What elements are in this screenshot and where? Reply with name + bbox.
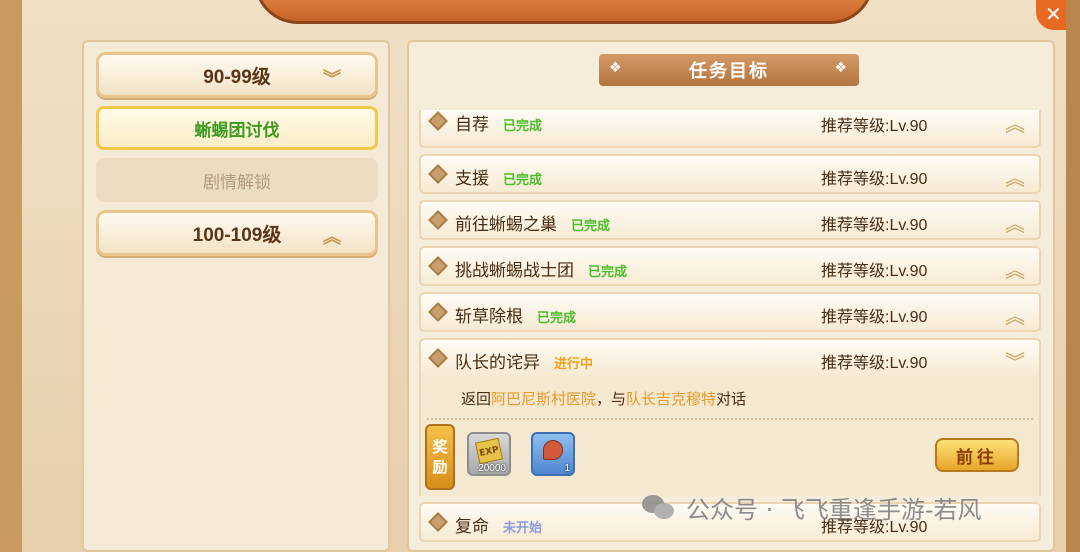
diamond-icon [428, 210, 448, 230]
task-recommend-level: 推荐等级:Lv.90 [821, 355, 928, 372]
level-group-100-109[interactable]: 100-109级 ︽ [96, 210, 378, 256]
chevron-up-icon: ︽ [1005, 304, 1025, 328]
reward-item-meat[interactable]: 1 [531, 432, 575, 476]
top-banner [254, 0, 874, 24]
task-row[interactable]: 自荐 已完成 推荐等级:Lv.90 ︽ [419, 110, 1041, 148]
task-row-expanded[interactable]: 队长的诧异 进行中 推荐等级:Lv.90 ︾ [419, 338, 1041, 378]
task-name: 挑战蜥蜴战士团 [455, 261, 574, 281]
reward-item-exp[interactable]: EXP 20000 [467, 432, 511, 476]
exp-ticket-icon: EXP [474, 437, 504, 465]
chevron-up-icon: ︽ [1005, 166, 1025, 190]
task-status: 未开始 [503, 521, 543, 536]
close-icon: ✕ [1045, 2, 1062, 26]
task-name: 自荐 [455, 115, 489, 135]
diamond-icon [428, 256, 448, 276]
divider [427, 418, 1033, 420]
reward-quantity: 1 [564, 463, 570, 474]
diamond-icon [428, 348, 448, 368]
task-detail-panel: 返回阿巴尼斯村医院，与队长吉克穆特对话 奖 励 EXP 20000 1 前往 [419, 376, 1041, 496]
level-group-label: 100-109级 [192, 224, 282, 246]
task-recommend-level: 推荐等级:Lv.90 [821, 309, 928, 326]
task-recommend-level: 推荐等级:Lv.90 [821, 263, 928, 280]
task-status: 已完成 [537, 311, 577, 326]
task-name: 复命 [455, 517, 489, 537]
reward-label-bottom: 励 [432, 458, 448, 476]
reward-quantity: 20000 [478, 463, 506, 474]
task-row[interactable]: 斩草除根 已完成 推荐等级:Lv.90 ︽ [419, 292, 1041, 332]
chapter-item-label: 剧情解锁 [203, 172, 271, 193]
task-name: 队长的诧异 [455, 353, 540, 373]
go-button[interactable]: 前往 [935, 438, 1019, 472]
chevron-down-icon: ︾ [323, 69, 341, 89]
watermark-text: 公众号 · 飞飞重逢手游-若风 [686, 496, 982, 524]
detail-text-middle: ，与 [596, 390, 627, 408]
detail-text-suffix: 对话 [716, 390, 747, 408]
chapter-sidebar: 90-99级 ︾ 蜥蜴团讨伐 剧情解锁 100-109级 ︽ [82, 40, 390, 552]
diamond-icon [428, 111, 448, 131]
diamond-icon [428, 164, 448, 184]
chevron-down-icon: ︾ [1005, 350, 1025, 374]
ornament-right-icon: ❖ [834, 60, 849, 76]
reward-label-top: 奖 [432, 438, 448, 456]
task-panel: ❖ 任务目标 ❖ 自荐 已完成 推荐等级:Lv.90 ︽ 支援 已完成 推荐等级:L… [407, 40, 1055, 552]
task-status: 已完成 [503, 119, 543, 134]
task-row[interactable]: 支援 已完成 推荐等级:Lv.90 ︽ [419, 154, 1041, 194]
task-description: 返回阿巴尼斯村医院，与队长吉克穆特对话 [461, 388, 746, 409]
chapter-item-label: 蜥蜴团讨伐 [194, 120, 280, 141]
window-frame: ✕ 90-99级 ︾ 蜥蜴团讨伐 剧情解锁 100-109级 ︽ ❖ 任务目标 … [0, 0, 1080, 552]
chevron-up-icon: ︽ [1005, 112, 1025, 136]
task-status: 进行中 [554, 357, 594, 372]
section-title: ❖ 任务目标 ❖ [599, 54, 859, 86]
task-row[interactable]: 挑战蜥蜴战士团 已完成 推荐等级:Lv.90 ︽ [419, 246, 1041, 286]
detail-npc-link[interactable]: 队长吉克穆特 [626, 390, 716, 408]
task-status: 已完成 [503, 173, 543, 188]
task-status: 已完成 [588, 265, 628, 280]
level-group-90-99[interactable]: 90-99级 ︾ [96, 52, 378, 98]
task-name: 支援 [455, 169, 489, 189]
task-recommend-level: 推荐等级:Lv.90 [821, 171, 928, 188]
task-recommend-level: 推荐等级:Lv.90 [821, 118, 928, 135]
task-status: 已完成 [571, 219, 611, 234]
detail-place-link[interactable]: 阿巴尼斯村医院 [491, 390, 596, 408]
chapter-item-story-unlock[interactable]: 剧情解锁 [96, 158, 378, 202]
chevron-up-icon: ︽ [323, 227, 341, 247]
task-name: 斩草除根 [455, 307, 523, 327]
reward-label: 奖 励 [425, 424, 455, 490]
task-recommend-level: 推荐等级:Lv.90 [821, 217, 928, 234]
chevron-up-icon: ︽ [1005, 212, 1025, 236]
task-row[interactable]: 前往蜥蜴之巢 已完成 推荐等级:Lv.90 ︽ [419, 200, 1041, 240]
chevron-up-icon: ︽ [1005, 258, 1025, 282]
chapter-item-lizard-crusade[interactable]: 蜥蜴团讨伐 [96, 106, 378, 150]
diamond-icon [428, 302, 448, 322]
watermark: 公众号 · 飞飞重逢手游-若风 [642, 490, 982, 525]
detail-text-prefix: 返回 [461, 390, 492, 408]
level-group-label: 90-99级 [203, 66, 271, 88]
section-title-text: 任务目标 [689, 61, 769, 82]
close-button[interactable]: ✕ [1036, 0, 1066, 30]
diamond-icon [428, 512, 448, 532]
ornament-left-icon: ❖ [609, 60, 624, 76]
meat-icon [543, 440, 563, 460]
task-name: 前往蜥蜴之巢 [455, 215, 557, 235]
wechat-icon [642, 493, 676, 523]
